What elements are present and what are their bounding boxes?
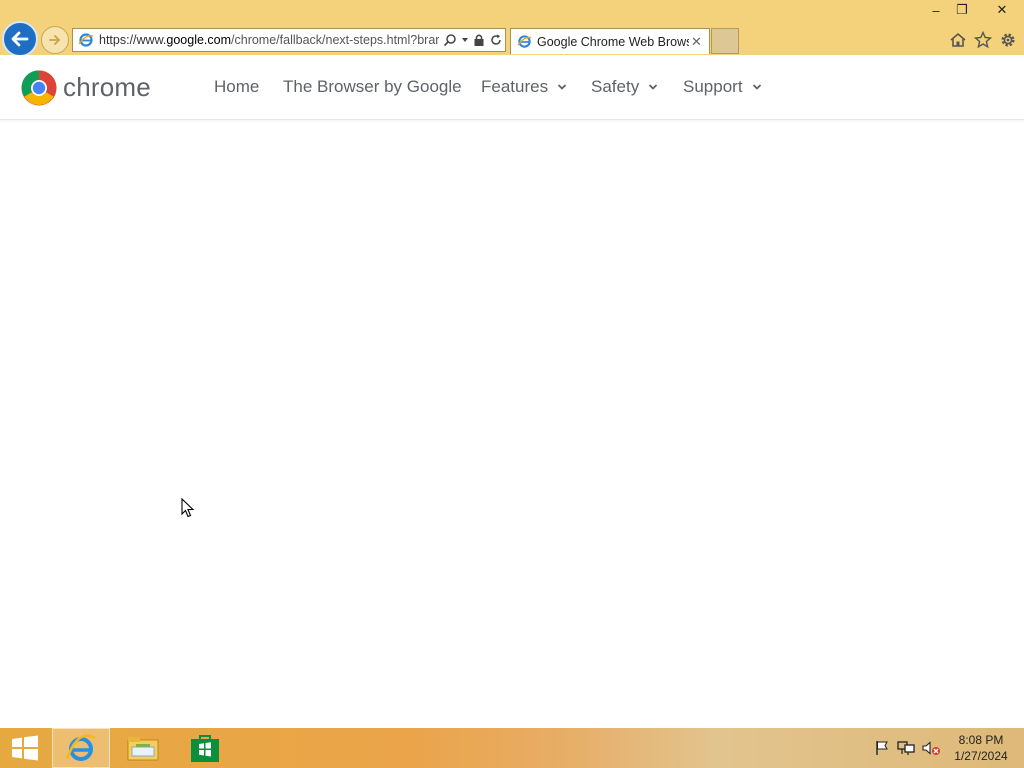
flag-icon [876,741,888,755]
nav-item-support[interactable]: Support [683,77,762,97]
start-button[interactable] [4,728,46,768]
address-url[interactable]: https://www.google.com/chrome/fallback/n… [99,33,439,47]
nav-item-browser-by-google[interactable]: The Browser by Google [283,77,462,97]
home-icon [950,32,966,47]
internet-explorer-icon [65,734,96,761]
favorites-button[interactable] [973,30,993,50]
close-window-button[interactable]: ✕ [980,0,1024,20]
home-button[interactable] [948,30,968,50]
file-explorer-icon [127,737,159,761]
search-dropdown-icon[interactable] [461,36,469,44]
brand-wordmark[interactable]: chrome [63,72,151,103]
taskbar-clock[interactable]: 8:08 PM 1/27/2024 [948,732,1014,764]
url-path: /chrome/fallback/next-steps.html?brar [231,33,439,47]
chevron-down-icon [557,84,567,90]
favorites-star-icon [974,31,992,49]
clock-time: 8:08 PM [958,733,1004,747]
nav-item-home[interactable]: Home [214,77,259,97]
nav-item-label: The Browser by Google [283,77,462,96]
back-button[interactable] [2,21,38,57]
address-bar[interactable]: https://www.google.com/chrome/fallback/n… [72,28,506,52]
taskbar-internet-explorer[interactable] [52,728,110,768]
mouse-cursor-icon [181,498,195,518]
chevron-down-icon [649,84,658,90]
restore-button[interactable]: ❐ [952,0,972,20]
nav-item-label: Safety [591,77,640,96]
gear-icon [1001,33,1015,47]
lock-icon[interactable] [473,33,485,47]
back-arrow-icon [11,31,29,47]
url-prefix: https://www. [99,33,167,47]
forward-button[interactable] [41,26,69,54]
browser-tab-active[interactable]: Google Chrome Web Brows... ✕ [510,28,710,54]
clock-date: 1/27/2024 [954,749,1008,763]
windows-taskbar: 8:08 PM 1/27/2024 [0,728,1024,768]
network-icon [897,741,915,755]
nav-item-label: Support [683,77,743,96]
forward-arrow-icon [49,35,60,45]
tab-close-icon[interactable]: ✕ [691,34,702,50]
action-center-button[interactable] [872,728,892,768]
chrome-logo-icon[interactable] [21,70,57,106]
taskbar-file-explorer[interactable] [116,728,170,768]
refresh-icon[interactable] [489,33,503,47]
nav-item-label: Home [214,77,260,96]
chevron-down-icon [752,84,761,90]
minimize-button[interactable]: – [926,0,946,20]
nav-item-safety[interactable]: Safety [591,77,658,97]
ie-page-icon [516,34,532,50]
search-icon[interactable] [443,33,457,47]
ie-page-icon [77,31,95,49]
tools-button[interactable] [998,30,1018,50]
taskbar-store[interactable] [178,728,232,768]
volume-button[interactable] [920,728,942,768]
windows-start-icon [12,735,38,761]
new-tab-button[interactable] [711,28,739,54]
nav-item-features[interactable]: Features [481,77,567,97]
volume-muted-icon [922,741,940,755]
network-button[interactable] [896,728,916,768]
site-header: chrome Home The Browser by Google Featur… [0,55,1024,120]
nav-item-label: Features [481,77,549,96]
store-icon [191,735,219,762]
url-domain: google.com [166,33,232,47]
tab-title: Google Chrome Web Brows... [537,34,689,49]
browser-titlebar: https://www.google.com/chrome/fallback/n… [0,0,1024,57]
